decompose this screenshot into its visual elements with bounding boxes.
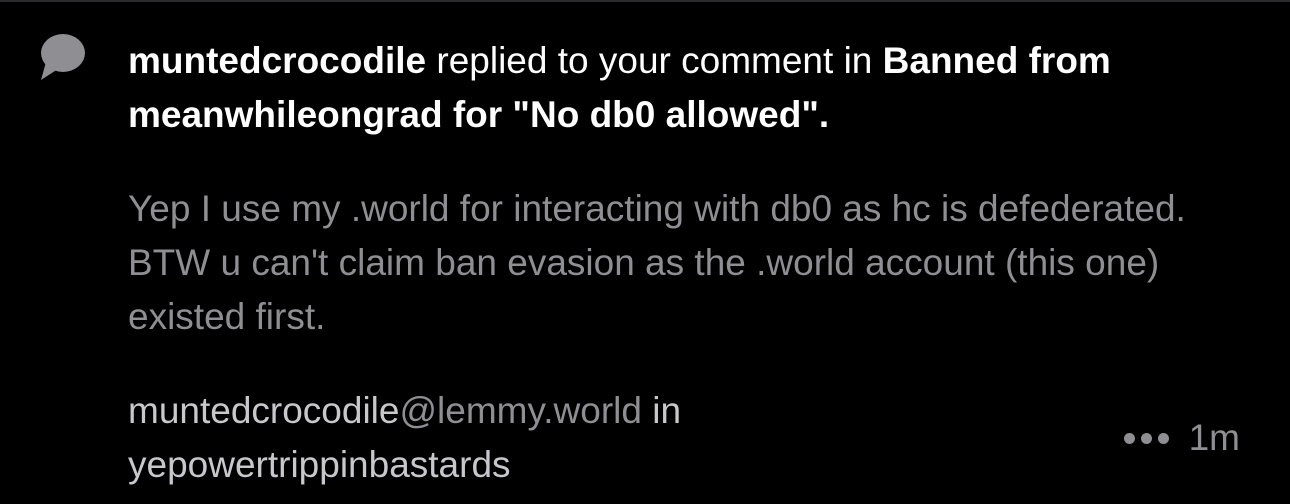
notification-meta: 1m [1123,416,1240,460]
notification-headline: muntedcrocodile replied to your comment … [128,34,1238,142]
action-text: replied to your comment in [426,40,883,81]
timestamp: 1m [1188,417,1240,458]
headline-end: . [818,94,830,135]
ellipsis-dot [1140,432,1152,444]
in-label: in [641,390,682,431]
notification-footer: muntedcrocodile@lemmy.world in yepowertri… [128,384,1258,494]
ellipsis-icon[interactable] [1123,416,1169,460]
author-instance[interactable]: @lemmy.world [399,390,641,431]
actor-username[interactable]: muntedcrocodile [128,40,426,81]
author-username[interactable]: muntedcrocodile [128,390,399,431]
reply-notification[interactable]: muntedcrocodile replied to your comment … [0,0,1290,504]
speech-bubble-icon [38,32,88,82]
author-line: muntedcrocodile@lemmy.world in yepowertri… [128,384,1028,492]
community-link[interactable]: yepowertrippinbastards [128,444,511,485]
comment-body: Yep I use my .world for interacting with… [128,188,1186,337]
ellipsis-dot [1157,432,1169,444]
ellipsis-dot [1123,432,1135,444]
